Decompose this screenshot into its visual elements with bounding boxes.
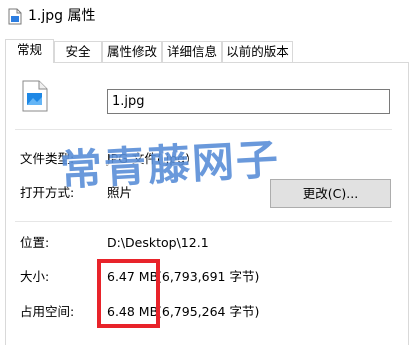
window-title: 1.jpg 属性 (28, 8, 96, 24)
divider (15, 221, 392, 222)
tab-previous-versions[interactable]: 以前的版本 (222, 41, 293, 62)
title-bar: 1.jpg 属性 (0, 0, 414, 34)
change-button[interactable]: 更改(C)... (270, 179, 391, 208)
size-label: 大小: (20, 269, 50, 284)
location-value: D:\Desktop\12.1 (107, 235, 209, 250)
file-type-label: 文件类型: (20, 151, 75, 166)
location-label: 位置: (20, 235, 50, 250)
highlight-box (97, 259, 160, 328)
file-name-field[interactable]: 1.jpg (107, 89, 390, 114)
disk-size-bytes: (6,795,264 字节) (157, 304, 260, 319)
tab-bar: 常规 安全 属性修改 详细信息 以前的版本 (0, 39, 414, 63)
size-bytes: (6,793,691 字节) (157, 269, 260, 284)
open-with-label: 打开方式: (20, 185, 75, 200)
file-type-value: JPG 文件(.jpg) (107, 151, 190, 166)
divider (15, 129, 392, 130)
file-icon (8, 8, 22, 25)
tab-security[interactable]: 安全 (54, 41, 102, 62)
tab-general[interactable]: 常规 (5, 39, 54, 63)
tab-attribute-edit[interactable]: 属性修改 (102, 41, 162, 62)
image-file-icon (22, 80, 48, 112)
disk-size-label: 占用空间: (20, 304, 75, 319)
tab-details[interactable]: 详细信息 (162, 41, 222, 62)
open-with-value: 照片 (107, 185, 133, 200)
